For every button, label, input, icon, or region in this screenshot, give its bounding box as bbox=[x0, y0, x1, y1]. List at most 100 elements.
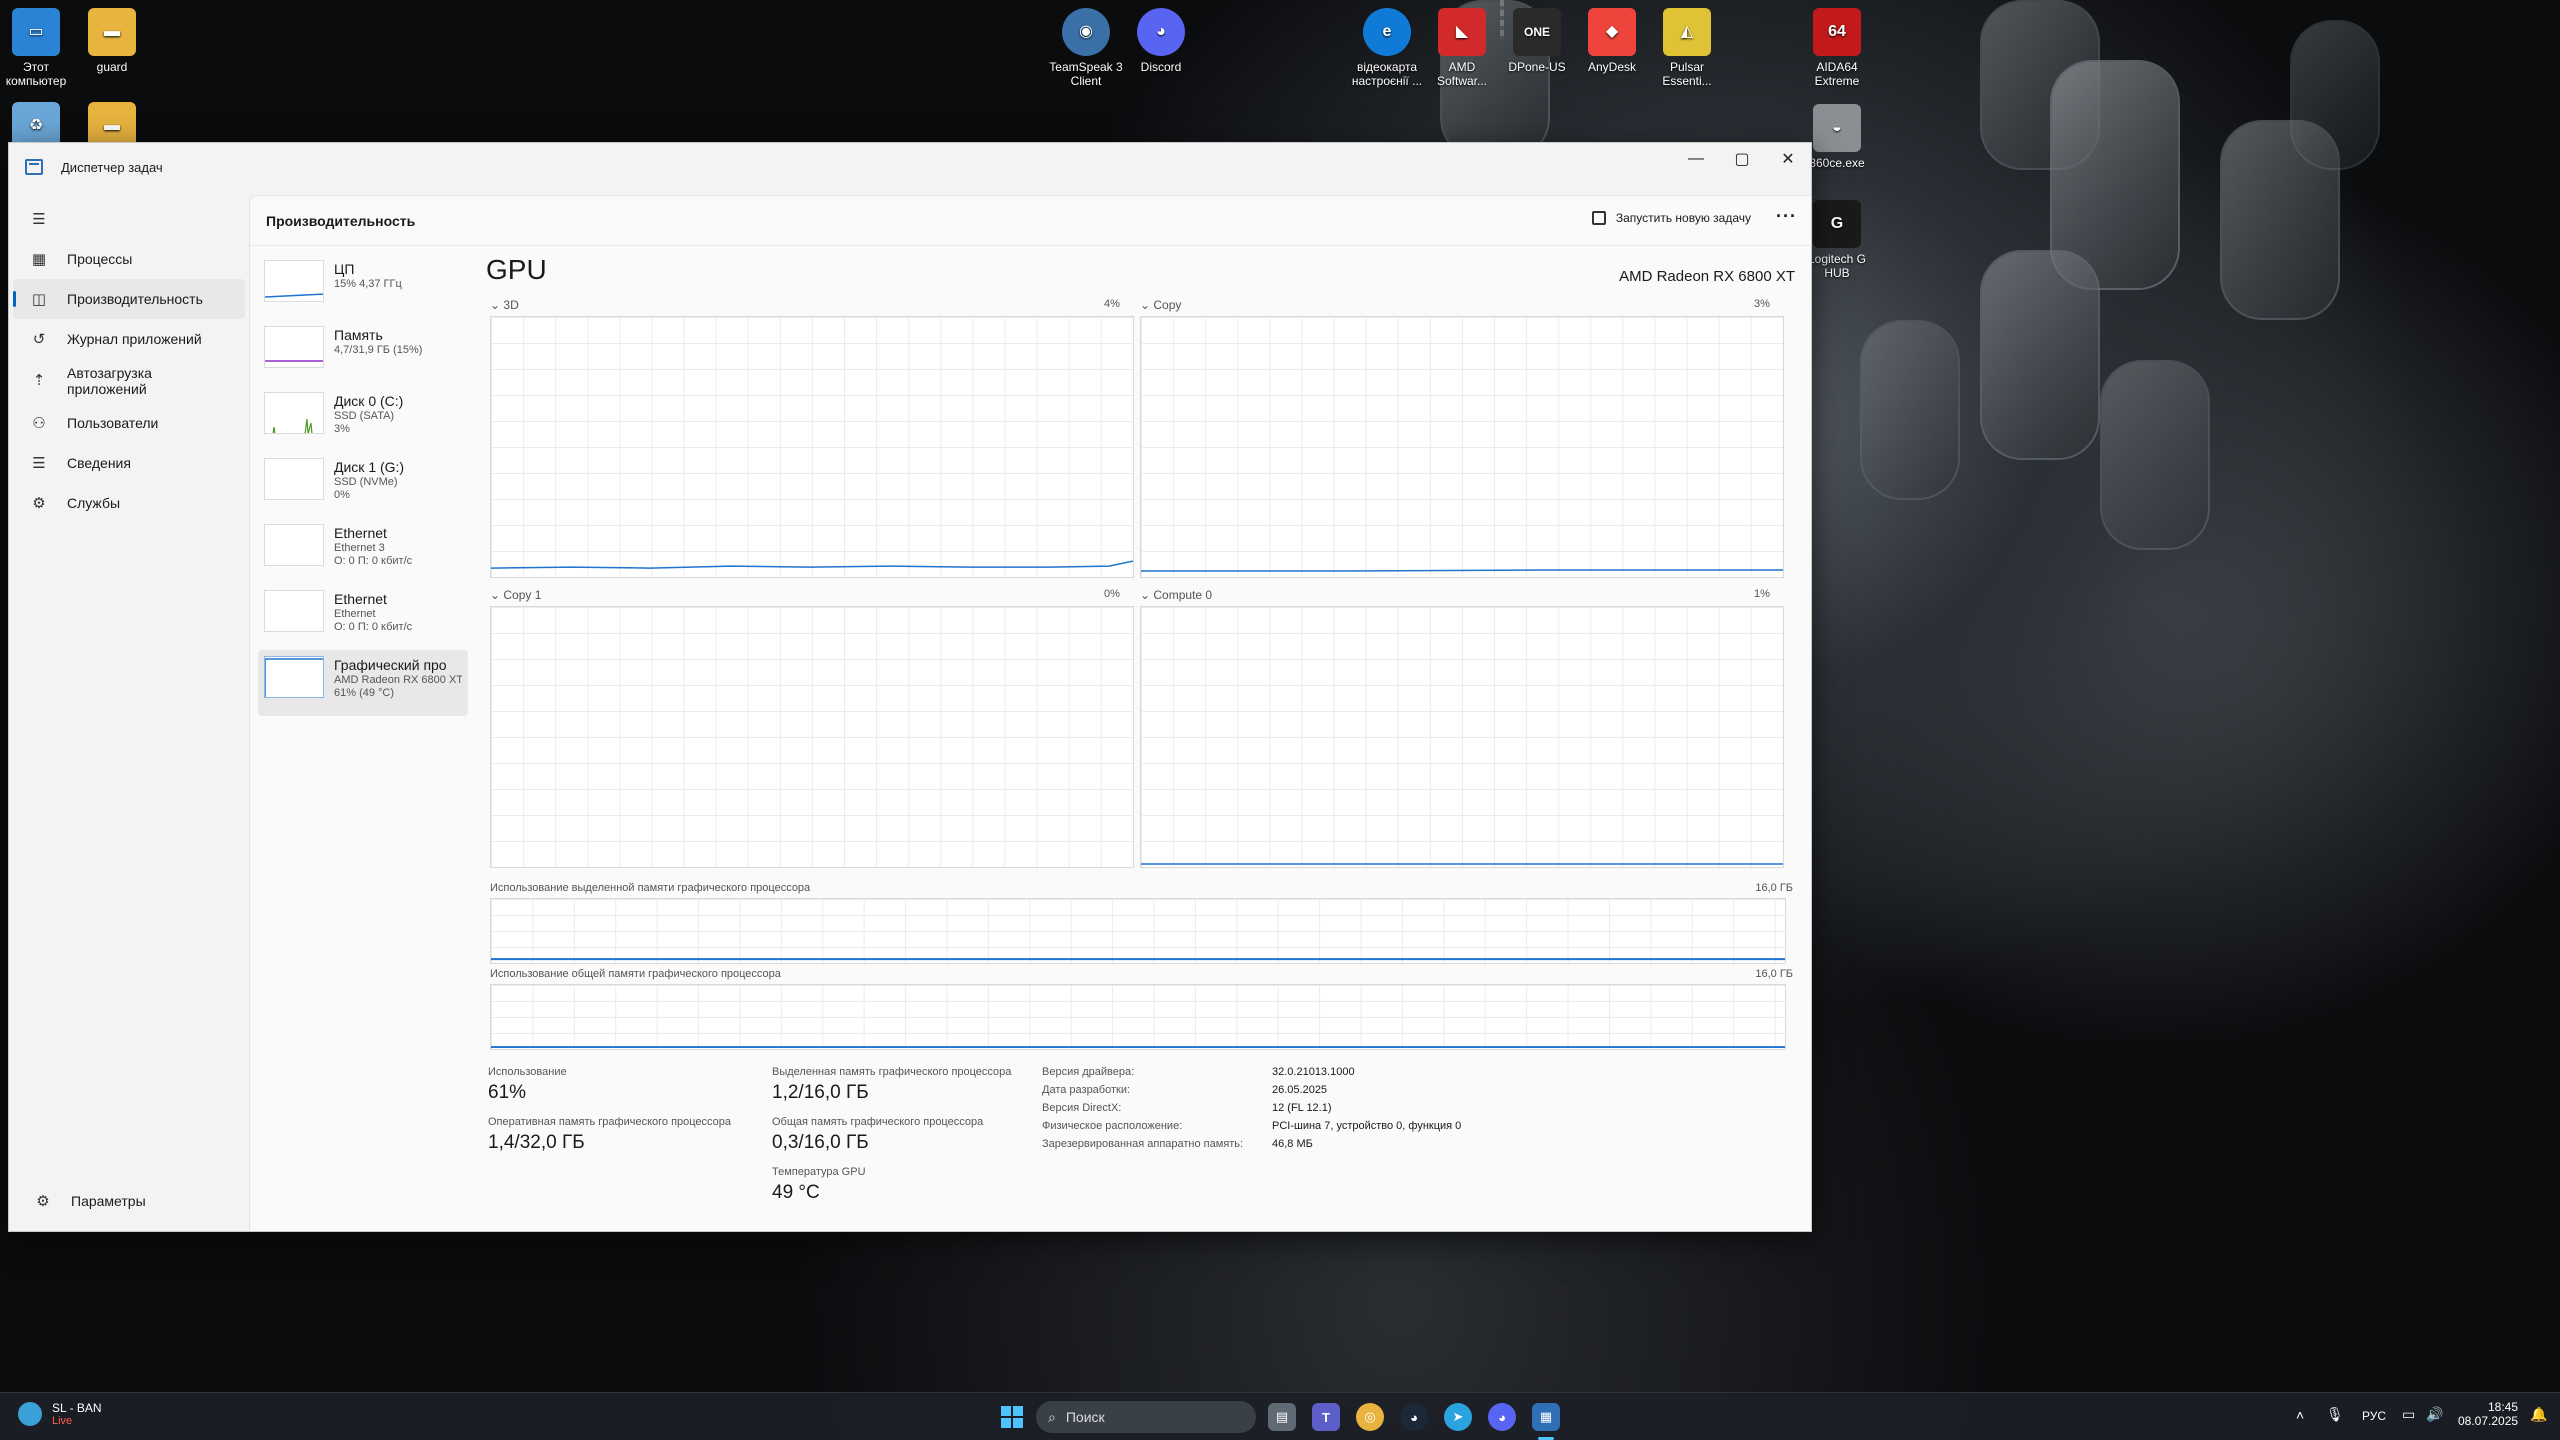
dedicated-memory-max: 16,0 ГБ bbox=[1755, 882, 1793, 894]
resource-disk-0[interactable]: Диск 0 (C:) SSD (SATA) 3% bbox=[258, 386, 468, 452]
engine-selector-3d[interactable]: ⌄ 3D bbox=[490, 298, 519, 312]
sidebar-item-performance[interactable]: ◫ Производительность bbox=[13, 279, 245, 319]
clock[interactable]: 18:45 08.07.2025 bbox=[2458, 1400, 2518, 1428]
taskbar-steam[interactable]: ◕ bbox=[1400, 1403, 1428, 1431]
minimize-button[interactable]: — bbox=[1673, 143, 1719, 175]
resource-gpu[interactable]: Графический про AMD Radeon RX 6800 XT 61… bbox=[258, 650, 468, 716]
notifications-icon[interactable]: 🔔 bbox=[2530, 1406, 2547, 1423]
usage-value: 61% bbox=[488, 1082, 527, 1103]
resource-ethernet[interactable]: Ethernet Ethernet О: 0 П: 0 кбит/с bbox=[258, 584, 468, 650]
network-icon[interactable]: ▭ bbox=[2402, 1406, 2415, 1423]
graph-copy bbox=[1140, 316, 1784, 578]
graph-dedicated-memory bbox=[490, 898, 1786, 964]
amd-icon: ◣ bbox=[1438, 8, 1486, 56]
resource-detail: 15% 4,37 ГГц bbox=[334, 278, 402, 290]
desktop-icon-this-pc[interactable]: ▭ Этот компьютер bbox=[0, 2, 76, 88]
more-options-button[interactable]: ··· bbox=[1776, 206, 1797, 227]
dpone-icon: ONE bbox=[1513, 8, 1561, 56]
sidebar-item-settings[interactable]: ⚙ Параметры bbox=[17, 1181, 249, 1221]
sidebar-item-details[interactable]: ☰ Сведения bbox=[13, 443, 245, 483]
resource-disk-1[interactable]: Диск 1 (G:) SSD (NVMe) 0% bbox=[258, 452, 468, 518]
weather-widget[interactable]: SL - BAN Live bbox=[18, 1401, 102, 1427]
title-bar[interactable]: Диспетчер задач bbox=[9, 143, 1811, 191]
sidebar-item-app-history[interactable]: ↺ Журнал приложений bbox=[13, 319, 245, 359]
processes-icon: ▦ bbox=[31, 251, 47, 268]
desktop-icon-anydesk[interactable]: ◆ AnyDesk bbox=[1572, 2, 1652, 74]
performance-icon: ◫ bbox=[31, 291, 47, 308]
dedicated-memory-label: Использование выделенной памяти графичес… bbox=[490, 882, 811, 894]
info-value: 46,8 МБ bbox=[1272, 1138, 1313, 1150]
desktop-icon-dpone[interactable]: ONE DPone-US bbox=[1497, 2, 1577, 74]
sidebar-item-label: Автозагрузка приложений bbox=[67, 365, 152, 397]
resource-detail: О: 0 П: 0 кбит/с bbox=[334, 621, 413, 633]
hamburger-menu-button[interactable]: ☰ bbox=[13, 199, 245, 239]
microphone-icon[interactable]: 🎙 bbox=[2326, 1406, 2344, 1423]
info-label: Физическое расположение: bbox=[1042, 1120, 1183, 1132]
language-indicator[interactable]: РУС bbox=[2362, 1409, 2386, 1423]
users-icon: ⚇ bbox=[32, 415, 46, 432]
search-box[interactable]: ⌕ Поиск bbox=[1036, 1401, 1256, 1433]
volume-icon[interactable]: 🔊 bbox=[2426, 1406, 2443, 1423]
usage-label: Использование bbox=[488, 1066, 567, 1078]
taskbar-chrome[interactable]: ◎ bbox=[1356, 1403, 1384, 1431]
graph-shared-memory bbox=[490, 984, 1786, 1050]
sidebar-item-services[interactable]: ⚙ Службы bbox=[13, 483, 245, 523]
clock-time: 18:45 bbox=[2487, 1400, 2518, 1414]
sidebar-item-users[interactable]: ⚇ Пользователи bbox=[13, 403, 245, 443]
taskbar-telegram[interactable]: ➤ bbox=[1444, 1403, 1472, 1431]
resource-detail: SSD (NVMe) bbox=[334, 476, 398, 488]
desktop-icon-label: AMD Softwar... bbox=[1436, 60, 1488, 88]
sidebar-item-startup[interactable]: ⇡ Автозагрузка приложений bbox=[13, 359, 245, 403]
shared-mem-label: Общая память графического процессора bbox=[772, 1116, 984, 1128]
taskbar-discord[interactable]: ◕ bbox=[1488, 1403, 1516, 1431]
engine-selector-copy-1[interactable]: ⌄ Copy 1 bbox=[490, 588, 541, 602]
sidebar-item-processes[interactable]: ▦ Процессы bbox=[13, 239, 245, 279]
edge-icon: e bbox=[1363, 8, 1411, 56]
taskbar-app-1[interactable]: ▤ bbox=[1268, 1403, 1296, 1431]
resource-detail: О: 0 П: 0 кбит/с bbox=[334, 555, 413, 567]
resource-detail: 0% bbox=[334, 489, 350, 501]
run-new-task-button[interactable]: Запустить новую задачу bbox=[1591, 211, 1751, 225]
resource-cpu[interactable]: ЦП 15% 4,37 ГГц bbox=[258, 254, 468, 320]
desktop-icon-aida64[interactable]: 64 AIDA64 Extreme bbox=[1797, 2, 1877, 88]
run-new-task-label: Запустить новую задачу bbox=[1615, 211, 1751, 225]
engine-selector-copy[interactable]: ⌄ Copy bbox=[1140, 298, 1181, 312]
taskbar-task-manager[interactable]: ▦ bbox=[1532, 1403, 1560, 1431]
resource-name: Диск 1 (G:) bbox=[334, 459, 405, 475]
close-button[interactable]: ✕ bbox=[1765, 143, 1811, 175]
resource-thumbnail bbox=[264, 392, 324, 434]
desktop-icon-label: Discord bbox=[1140, 60, 1182, 74]
startup-icon: ⇡ bbox=[32, 372, 46, 389]
engine-selector-compute-0[interactable]: ⌄ Compute 0 bbox=[1140, 588, 1212, 602]
info-value: PCI-шина 7, устройство 0, функция 0 bbox=[1272, 1120, 1462, 1132]
main-panel: Производительность Запустить новую задач… bbox=[249, 195, 1811, 1231]
taskbar-teams[interactable]: T bbox=[1312, 1403, 1340, 1431]
taskbar: SL - BAN Live ⌕ Поиск ▤ T ◎ ◕ ➤ ◕ ▦ ˄ 🎙 … bbox=[0, 1392, 2560, 1440]
desktop-icon-label: AIDA64 Extreme bbox=[1814, 60, 1860, 88]
desktop-icon-pulsar[interactable]: ◭ Pulsar Essenti... bbox=[1647, 2, 1727, 88]
sidebar-item-label: Пользователи bbox=[67, 415, 159, 431]
gpu-model: AMD Radeon RX 6800 XT bbox=[1619, 268, 1795, 285]
desktop-icon-edge[interactable]: e відеокарта настроєнії ... bbox=[1347, 2, 1427, 88]
desktop-icon-amd[interactable]: ◣ AMD Softwar... bbox=[1422, 2, 1502, 88]
graph-line bbox=[1141, 569, 1783, 572]
tray-overflow-icon[interactable]: ˄ bbox=[2296, 1407, 2304, 1423]
resource-memory[interactable]: Память 4,7/31,9 ГБ (15%) bbox=[258, 320, 468, 386]
resource-detail: 4,7/31,9 ГБ (15%) bbox=[334, 344, 423, 356]
start-button[interactable] bbox=[998, 1403, 1026, 1431]
resource-ethernet-3[interactable]: Ethernet Ethernet 3 О: 0 П: 0 кбит/с bbox=[258, 518, 468, 584]
resource-detail: SSD (SATA) bbox=[334, 410, 395, 422]
desktop-icon-teamspeak[interactable]: ◉ TeamSpeak 3 Client bbox=[1046, 2, 1126, 88]
desktop-icon-guard[interactable]: ▬ guard bbox=[72, 2, 152, 74]
resource-list: ЦП 15% 4,37 ГГц Память 4,7/31,9 ГБ (15%) bbox=[258, 254, 468, 716]
sidebar-item-label: Сведения bbox=[67, 455, 131, 471]
resource-name: Ethernet bbox=[334, 591, 387, 607]
desktop-icon-discord[interactable]: ◕ Discord bbox=[1121, 2, 1201, 74]
graph-line bbox=[491, 560, 1133, 569]
engine-percent: 0% bbox=[1104, 588, 1120, 600]
resource-detail: 3% bbox=[334, 423, 350, 435]
sidebar-item-label: Журнал приложений bbox=[67, 331, 202, 347]
maximize-button[interactable]: ▢ bbox=[1719, 143, 1765, 175]
info-label: Версия драйвера: bbox=[1042, 1066, 1135, 1078]
desktop-icon-label: Pulsar Essenti... bbox=[1662, 60, 1712, 88]
